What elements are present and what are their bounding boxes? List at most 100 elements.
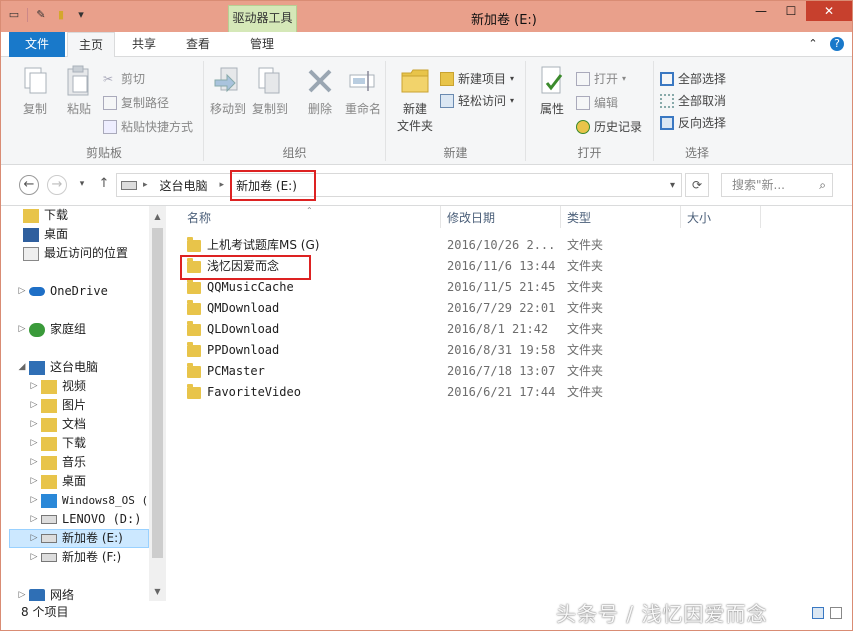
nav-pane-scrollbar[interactable]: ▲ ▼ xyxy=(149,206,166,601)
breadcrumb-separator: ▸ xyxy=(143,180,148,190)
edit-button[interactable]: 编辑 xyxy=(576,93,618,113)
tab-view[interactable]: 查看 xyxy=(173,32,223,57)
expand-arrow-icon[interactable]: ▷ xyxy=(29,472,39,491)
table-row[interactable]: QLDownload 2016/8/1 21:42 文件夹 xyxy=(166,319,852,340)
nav-item-homegroup[interactable]: ▷ 家庭组 xyxy=(17,320,86,339)
column-separator[interactable] xyxy=(680,206,681,228)
details-view-icon[interactable] xyxy=(812,607,824,619)
maximize-button[interactable]: ☐ xyxy=(776,1,806,21)
large-icons-view-icon[interactable] xyxy=(830,607,842,619)
table-row[interactable]: FavoriteVideo 2016/6/21 17:44 文件夹 xyxy=(166,382,852,403)
column-header-date[interactable]: 修改日期 xyxy=(447,206,495,230)
column-header-size[interactable]: 大小 xyxy=(687,206,711,230)
address-bar[interactable]: ▸ 这台电脑 ▸ 新加卷 (E:) ▾ xyxy=(116,173,682,197)
table-row[interactable]: PPDownload 2016/8/31 19:58 文件夹 xyxy=(166,340,852,361)
copy-button[interactable]: 复制 xyxy=(15,65,55,117)
scroll-up-icon[interactable]: ▲ xyxy=(152,211,163,223)
new-folder-button[interactable]: 新建 文件夹 xyxy=(392,65,438,134)
table-row[interactable]: QMDownload 2016/7/29 22:01 文件夹 xyxy=(166,298,852,319)
new-item-button[interactable]: 新建项目 ▾ xyxy=(440,69,514,89)
expand-arrow-icon[interactable]: ▷ xyxy=(17,282,27,301)
open-button[interactable]: 打开 ▾ xyxy=(576,69,626,89)
address-dropdown-icon[interactable]: ▾ xyxy=(670,180,675,191)
cut-button[interactable]: ✂ 剪切 xyxy=(103,69,145,89)
nav-item-volume-e[interactable]: ▷ 新加卷 (E:) xyxy=(9,529,149,548)
column-separator[interactable] xyxy=(440,206,441,228)
minimize-button[interactable]: — xyxy=(746,1,776,21)
qat-dropdown-icon[interactable]: ▾ xyxy=(74,8,88,22)
close-button[interactable]: ✕ xyxy=(806,1,852,21)
nav-item-windows8-os[interactable]: ▷ Windows8_OS ( xyxy=(29,491,148,510)
column-separator[interactable] xyxy=(560,206,561,228)
nav-item-desktop[interactable]: 桌面 xyxy=(23,225,68,244)
table-row[interactable]: PCMaster 2016/7/18 13:07 文件夹 xyxy=(166,361,852,382)
nav-item-recent-places[interactable]: 最近访问的位置 xyxy=(23,244,128,263)
expand-arrow-icon[interactable]: ▷ xyxy=(29,491,39,510)
up-button[interactable]: ↑ xyxy=(94,175,114,195)
column-header-type[interactable]: 类型 xyxy=(567,206,591,230)
rename-button[interactable]: 重命名 xyxy=(342,65,384,117)
select-none-button[interactable]: 全部取消 xyxy=(660,91,726,111)
edit-label: 编辑 xyxy=(594,96,619,110)
easy-access-button[interactable]: 轻松访问 ▾ xyxy=(440,91,514,111)
collapse-arrow-icon[interactable]: ◢ xyxy=(17,358,27,377)
nav-item-videos[interactable]: ▷ 视频 xyxy=(29,377,86,396)
tab-home[interactable]: 主页 xyxy=(67,32,115,58)
help-icon[interactable]: ? xyxy=(830,37,844,51)
forward-button[interactable]: → xyxy=(47,175,67,195)
nav-item-desktop-pc[interactable]: ▷ 桌面 xyxy=(29,472,86,491)
copy-path-button[interactable]: 复制路径 xyxy=(103,93,169,113)
expand-arrow-icon[interactable]: ▷ xyxy=(29,510,39,529)
scroll-down-icon[interactable]: ▼ xyxy=(152,586,163,598)
nav-item-downloads-pc[interactable]: ▷ 下载 xyxy=(29,434,86,453)
expand-arrow-icon[interactable]: ▷ xyxy=(29,415,39,434)
properties-button[interactable]: 属性 xyxy=(532,65,572,117)
nav-item-volume-f[interactable]: ▷ 新加卷 (F:) xyxy=(29,548,122,567)
copy-to-button[interactable]: 复制到 xyxy=(250,65,290,117)
tab-file[interactable]: 文件 xyxy=(9,32,65,57)
expand-arrow-icon[interactable]: ▷ xyxy=(17,320,27,339)
nav-item-this-pc[interactable]: ◢ 这台电脑 xyxy=(17,358,98,377)
table-row[interactable]: 上机考试题库MS (G) 2016/10/26 2... 文件夹 xyxy=(166,235,852,256)
table-row[interactable]: QQMusicCache 2016/11/5 21:45 文件夹 xyxy=(166,277,852,298)
back-button[interactable]: ← xyxy=(19,175,39,195)
new-folder-icon[interactable]: ▮ xyxy=(54,8,68,22)
expand-arrow-icon[interactable]: ▷ xyxy=(29,377,39,396)
nav-item-lenovo-d[interactable]: ▷ LENOVO (D:) xyxy=(29,510,142,529)
title-bar[interactable]: ▭ ✎ ▮ ▾ 驱动器工具 新加卷 (E:) — ☐ ✕ xyxy=(1,1,852,32)
recent-locations-icon[interactable]: ▾ xyxy=(72,175,92,195)
properties-icon[interactable]: ✎ xyxy=(34,8,48,22)
history-button[interactable]: 历史记录 xyxy=(576,117,642,137)
paste-button[interactable]: 粘贴 xyxy=(59,65,99,117)
clipboard-group-label: 剪贴板 xyxy=(85,146,122,160)
expand-arrow-icon[interactable]: ▷ xyxy=(29,529,39,548)
expand-arrow-icon[interactable]: ▷ xyxy=(29,548,39,567)
tab-share[interactable]: 共享 xyxy=(119,32,169,57)
expand-arrow-icon[interactable]: ▷ xyxy=(29,434,39,453)
nav-item-music[interactable]: ▷ 音乐 xyxy=(29,453,86,472)
refresh-button[interactable]: ⟳ xyxy=(685,173,709,197)
search-input[interactable]: 搜索"新... ⌕ xyxy=(721,173,833,197)
breadcrumb-this-pc[interactable]: 这台电脑 xyxy=(154,177,214,194)
nav-item-documents[interactable]: ▷ 文档 xyxy=(29,415,86,434)
nav-item-pictures[interactable]: ▷ 图片 xyxy=(29,396,86,415)
expand-arrow-icon[interactable]: ▷ xyxy=(29,453,39,472)
drive-icon[interactable]: ▭ xyxy=(7,8,21,22)
nav-item-label: 桌面 xyxy=(44,227,69,241)
collapse-ribbon-icon[interactable]: ⌃ xyxy=(806,37,820,51)
desktop-folder-icon xyxy=(41,474,57,489)
paste-shortcut-button[interactable]: 粘贴快捷方式 xyxy=(103,117,193,137)
delete-button[interactable]: 删除 xyxy=(300,65,340,117)
column-header-name[interactable]: 名称 xyxy=(187,206,211,230)
select-all-button[interactable]: 全部选择 xyxy=(660,69,726,89)
nav-item-label: 新加卷 (E:) xyxy=(62,531,123,545)
nav-item-onedrive[interactable]: ▷ OneDrive xyxy=(17,282,108,301)
column-separator[interactable] xyxy=(760,206,761,228)
expand-arrow-icon[interactable]: ▷ xyxy=(29,396,39,415)
nav-item-downloads[interactable]: 下载 xyxy=(23,206,68,225)
invert-selection-button[interactable]: 反向选择 xyxy=(660,113,726,133)
scrollbar-thumb[interactable] xyxy=(152,228,163,558)
tab-manage[interactable]: 管理 xyxy=(231,32,293,57)
move-to-button[interactable]: 移动到 xyxy=(208,65,248,117)
breadcrumb-separator: ▸ xyxy=(219,180,225,190)
